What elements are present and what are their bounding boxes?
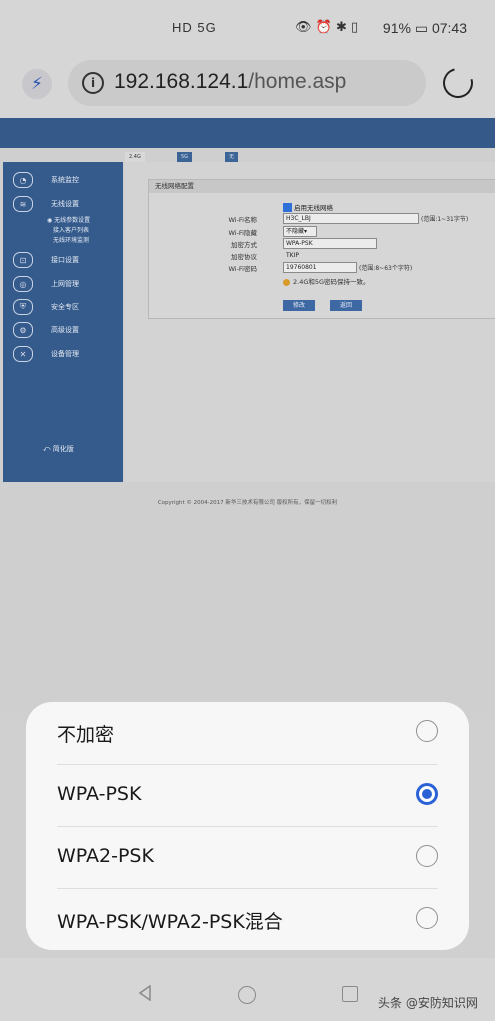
info-icon[interactable]: i	[82, 72, 104, 94]
encryption-select[interactable]: WPA-PSK	[283, 238, 377, 249]
simple-mode-link[interactable]: ⤺ 简化版	[43, 444, 74, 454]
encryption-value: WPA-PSK	[286, 240, 313, 247]
wifi-name-input[interactable]: H3C_LBJ	[283, 213, 419, 224]
url-path: /home.asp	[248, 70, 347, 93]
password-input[interactable]: 19760801	[283, 262, 357, 273]
enable-wireless-checkbox[interactable]	[283, 203, 292, 212]
gear-icon: ⚙	[13, 322, 33, 338]
watermark: 头条 @安防知识网	[378, 996, 478, 1010]
option-label: WPA-PSK/WPA2-PSK混合	[57, 911, 283, 933]
option-wpa-wpa2-mixed[interactable]: WPA-PSK/WPA2-PSK混合	[26, 889, 469, 950]
battery-level: 91%	[382, 20, 411, 36]
interface-icon: ⊡	[13, 252, 33, 268]
protocol-value: TKIP	[286, 252, 299, 259]
reload-icon[interactable]	[437, 62, 479, 104]
wifi-hide-label: Wi-Fi隐藏	[228, 229, 257, 237]
system-nav-bar: 头条 @安防知识网	[0, 958, 495, 1021]
password-hint: (范围:8~63个字符)	[359, 265, 413, 272]
sidebar-item-advanced[interactable]: ⚙ 高级设置	[13, 320, 79, 340]
wifi-hide-value: 不隐藏	[286, 228, 305, 235]
sidebar-label: 系统监控	[51, 176, 79, 184]
sidebar-item-monitor[interactable]: ◔ 系统监控	[13, 170, 79, 190]
sidebar-label: 设备管理	[51, 350, 79, 358]
clock: 07:43	[431, 20, 467, 36]
sidebar-item-wireless[interactable]: ≋ 无线设置	[13, 194, 79, 214]
device-icon: ✕	[13, 346, 33, 362]
wireless-config-panel: 无线网络配置 启用无线网络 Wi-Fi名称 H3C_LBJ (范围:1~31字节…	[148, 179, 495, 319]
tab-5g[interactable]: 5G 无线设置	[177, 152, 193, 200]
simple-mode-icon: ⤺	[43, 445, 51, 453]
radio-checked-icon[interactable]	[416, 783, 438, 805]
sidebar-sub-environment[interactable]: 无线环境监测	[53, 235, 89, 244]
option-label: 不加密	[57, 724, 115, 746]
globe-icon: ◎	[13, 276, 33, 292]
option-wpa2-psk[interactable]: WPA2-PSK	[26, 827, 469, 889]
shield-icon: ⛨	[13, 299, 33, 315]
status-icons: 👁 ⏰ ✱ ▯	[295, 20, 359, 35]
page-header-band	[0, 118, 495, 148]
back-icon[interactable]	[137, 985, 153, 1001]
warning-text: 2.4G和5G密码保持一致。	[293, 278, 370, 286]
sidebar-item-device[interactable]: ✕ 设备管理	[13, 344, 79, 364]
router-page: 2.4G 无线设置 5G 无线设置 无线中继设置 ◔ 系统监控 ≋ 无线设置 ◉…	[0, 118, 495, 718]
home-icon[interactable]	[238, 986, 256, 1004]
lightning-icon[interactable]: ⚡	[22, 69, 52, 99]
simple-mode-label: 简化版	[52, 445, 74, 453]
warning-icon	[283, 278, 290, 286]
option-wpa-psk[interactable]: WPA-PSK	[26, 765, 469, 827]
page-footer: Copyright © 2004-2017 新华三技术有限公司 版权所有，保留一…	[157, 500, 338, 506]
status-right: 91% ▭ 07:43	[383, 20, 467, 37]
sidebar-label: 无线设置	[51, 200, 79, 208]
browser-toolbar: ⚡ i 192.168.124.1/home.asp	[0, 60, 495, 118]
network-indicators: HD 5G	[172, 20, 217, 35]
radio-unchecked-icon[interactable]	[416, 720, 438, 742]
sidebar-item-interface[interactable]: ⊡ 接口设置	[13, 250, 79, 270]
url-text[interactable]: 192.168.124.1/home.asp	[114, 70, 346, 94]
panel-title: 无线网络配置	[149, 180, 495, 193]
recent-apps-icon[interactable]	[342, 986, 358, 1002]
sidebar-item-security[interactable]: ⛨ 安全专区	[13, 297, 79, 317]
warning-message: 2.4G和5G密码保持一致。	[283, 276, 370, 286]
sidebar-item-internet[interactable]: ◎ 上网管理	[13, 274, 79, 294]
sidebar-label: 上网管理	[51, 280, 79, 288]
protocol-select[interactable]: TKIP	[283, 250, 327, 261]
sidebar-sub-client-list[interactable]: 接入客户列表	[53, 225, 89, 234]
wifi-name-label: Wi-Fi名称	[228, 216, 257, 224]
sidebar-label: 高级设置	[51, 326, 79, 334]
wifi-hide-select[interactable]: 不隐藏▾	[283, 226, 317, 237]
url-host: 192.168.124.1	[114, 70, 249, 93]
enable-wireless-label: 启用无线网络	[294, 204, 333, 212]
monitor-icon: ◔	[13, 172, 33, 188]
sidebar-label: 安全专区	[51, 303, 79, 311]
encryption-label: 加密方式	[231, 241, 257, 249]
option-label: WPA-PSK	[57, 783, 142, 805]
option-label: WPA2-PSK	[57, 845, 154, 867]
tab-24g[interactable]: 2.4G 无线设置	[125, 152, 145, 180]
back-button[interactable]: 返回	[330, 300, 362, 311]
sidebar-sub-wireless-params[interactable]: ◉ 无线参数设置	[47, 215, 90, 224]
radio-unchecked-icon[interactable]	[416, 845, 438, 867]
wireless-icon: ≋	[13, 196, 33, 212]
sidebar-sub-label: 无线参数设置	[54, 217, 91, 224]
status-bar: HD 5G 👁 ⏰ ✱ ▯ 91% ▭ 07:43	[0, 0, 495, 60]
protocol-label: 加密协议	[231, 253, 257, 261]
battery-icon: ▭	[414, 20, 429, 36]
option-none[interactable]: 不加密	[26, 702, 469, 764]
radio-unchecked-icon[interactable]	[416, 907, 438, 929]
sidebar: ◔ 系统监控 ≋ 无线设置 ◉ 无线参数设置 接入客户列表 无线环境监测 ⊡ 接…	[3, 162, 123, 482]
save-button[interactable]: 修改	[283, 300, 315, 311]
wifi-name-hint: (范围:1~31字节)	[421, 216, 469, 223]
password-label: Wi-Fi密码	[228, 265, 257, 273]
address-bar[interactable]: i 192.168.124.1/home.asp	[68, 60, 426, 106]
tab-repeater[interactable]: 无线中继设置	[225, 152, 239, 210]
sidebar-label: 接口设置	[51, 256, 79, 264]
encryption-picker-sheet: 不加密 WPA-PSK WPA2-PSK WPA-PSK/WPA2-PSK混合	[26, 702, 469, 950]
content-area: 无线网络配置 启用无线网络 Wi-Fi名称 H3C_LBJ (范围:1~31字节…	[125, 162, 495, 482]
